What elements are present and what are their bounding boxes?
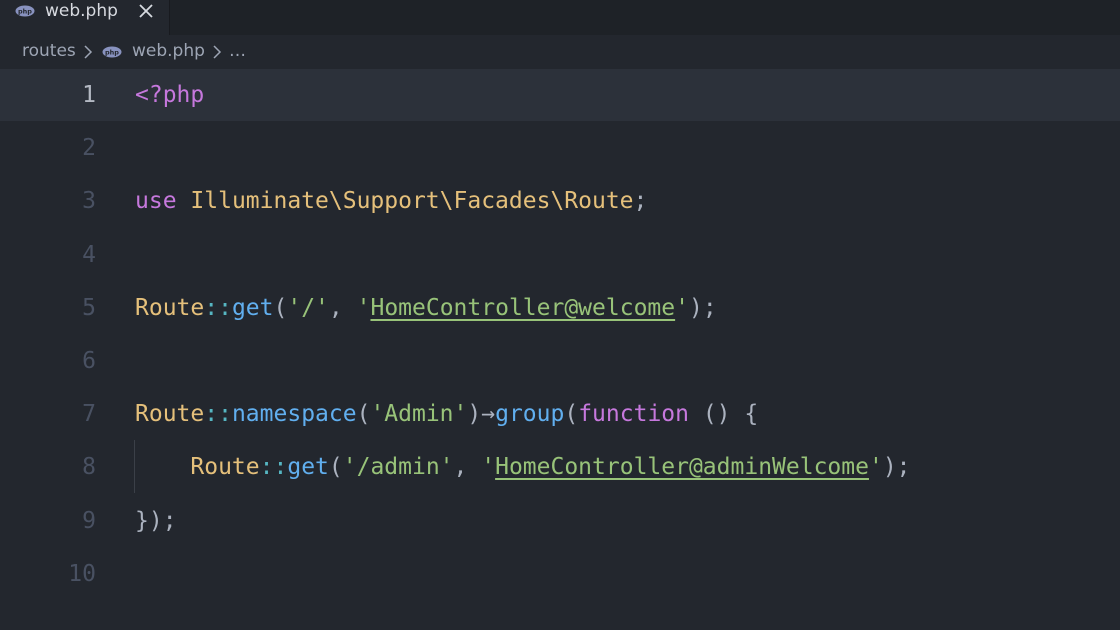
code-token: ' [868, 454, 883, 481]
line-number: 10 [68, 560, 96, 587]
code-token: ; [633, 188, 648, 215]
breadcrumb-file[interactable]: web.php [132, 39, 205, 63]
tab-title: web.php [45, 1, 118, 21]
code-token: group [495, 401, 565, 428]
code-token: 'Admin' [370, 401, 468, 428]
code-token: get [287, 454, 329, 481]
php-icon: php [15, 5, 35, 17]
code-line[interactable]: }); [135, 506, 177, 536]
code-token: function [578, 401, 689, 428]
tab-web-php[interactable]: php web.php [0, 0, 170, 35]
line-number: 5 [82, 294, 96, 321]
chevron-right-icon [213, 45, 222, 59]
line-number: 6 [82, 348, 96, 374]
code-token: '/' [287, 294, 329, 321]
code-line[interactable]: Route::namespace('Admin')→group(function… [135, 399, 758, 429]
code-token: () { [688, 401, 759, 428]
svg-text:php: php [18, 7, 32, 15]
line-number: 9 [82, 507, 96, 534]
line-number: 7 [82, 401, 96, 428]
code-token: ( [328, 454, 343, 481]
code-token: ( [273, 294, 288, 321]
code-token: Illuminate\Support\Facades\Route [190, 188, 634, 215]
code-token: ' [481, 454, 496, 481]
code-token: Route [135, 401, 205, 428]
code-token: ( [564, 401, 579, 428]
tab-bar: php web.php [0, 0, 1120, 35]
code-token: ); [688, 294, 717, 321]
line-number: 8 [82, 454, 96, 481]
code-token: ' [356, 294, 371, 321]
php-icon: php [102, 46, 122, 58]
code-token: use [135, 188, 177, 215]
line-number: 1 [82, 82, 96, 108]
code-token: ) [467, 401, 482, 428]
code-token: ' [675, 294, 689, 321]
line-number: 2 [82, 135, 96, 162]
breadcrumb-folder[interactable]: routes [22, 39, 76, 63]
code-token: :: [204, 294, 232, 321]
code-token: , [328, 294, 357, 321]
line-number: 3 [82, 188, 96, 215]
code-token: Route [135, 294, 205, 321]
code-token: HomeController@adminWelcome [495, 454, 869, 481]
code-token: → [481, 401, 496, 428]
code-token: , [453, 454, 482, 481]
code-token: :: [204, 401, 232, 428]
code-line[interactable]: <?php [135, 80, 204, 110]
breadcrumb: routes php web.php … [0, 35, 1120, 67]
code-token: Route [190, 454, 260, 481]
close-icon[interactable] [137, 2, 155, 20]
svg-text:php: php [105, 48, 119, 56]
line-number: 4 [82, 241, 96, 268]
code-token: get [231, 294, 274, 321]
code-token: <?php [135, 82, 205, 108]
chevron-right-icon [84, 45, 93, 59]
code-line[interactable]: use Illuminate\Support\Facades\Route; [135, 186, 647, 216]
code-token: HomeController@welcome [370, 294, 676, 321]
code-token: ( [356, 401, 371, 428]
code-editor[interactable]: 1 2 3 4 5 6 7 8 9 10 <?php use Illuminate\Support\… [0, 67, 1120, 630]
code-line[interactable]: Route::get('/', 'HomeController@welcome'… [135, 293, 717, 323]
breadcrumb-more[interactable]: … [229, 39, 246, 63]
code-token: }); [135, 507, 177, 534]
code-token: :: [259, 454, 288, 481]
code-token: '/admin' [342, 454, 454, 481]
code-token: ); [882, 454, 911, 481]
code-token: namespace [231, 401, 357, 428]
code-line[interactable]: Route::get('/admin', 'HomeController@adm… [135, 452, 911, 482]
